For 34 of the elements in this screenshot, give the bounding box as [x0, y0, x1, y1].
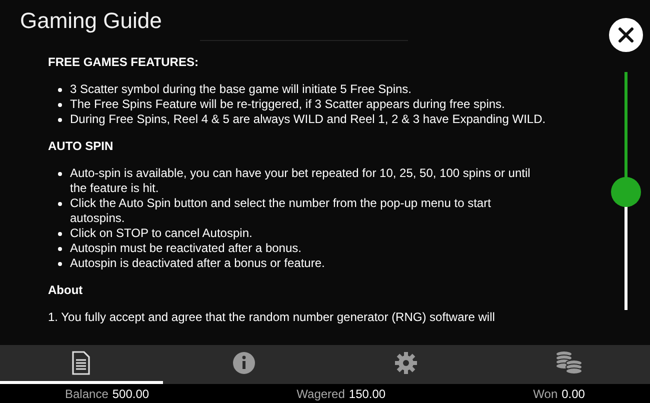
status-value: 0.00: [562, 386, 585, 402]
status-value: 150.00: [348, 386, 386, 402]
bullet-text: Autospin must be reactivated after a bonus.: [70, 241, 302, 256]
section-heading: FREE GAMES FEATURES:: [48, 55, 200, 70]
paragraph: 1. You fully accept and agree that the random number generator (RNG) software will: [48, 310, 496, 325]
close-button[interactable]: [609, 18, 643, 52]
section-heading: About: [48, 283, 84, 298]
info-icon: [232, 351, 256, 375]
bullet-text: 3 Scatter symbol during the base game will initiate 5 Free Spins.: [70, 82, 412, 97]
window-title: Gaming Guide: [20, 6, 162, 35]
status-label: Wagered: [296, 386, 345, 402]
bullet-text: Auto-spin is available, you can have your bet repeated for 10, 25, 50, 100 spins or until the feature is hit.: [70, 166, 532, 196]
coins-icon: [554, 351, 583, 375]
status-value: 500.00: [112, 386, 150, 402]
bullet-icon: [58, 247, 62, 251]
bullet-icon: [58, 118, 62, 122]
status-label: Balance: [65, 386, 108, 402]
bullet-icon: [58, 202, 62, 206]
bullet-icon: [58, 88, 62, 92]
bullet-text: Autospin is deactivated after a bonus or feature.: [70, 256, 325, 271]
bullet-text: Click on STOP to cancel Autospin.: [70, 226, 252, 241]
bullet-text: Click the Auto Spin button and select the number from the pop-up menu to start autospins.: [70, 196, 492, 226]
scrollbar[interactable]: [610, 72, 642, 312]
document-icon: [72, 351, 90, 375]
gear-icon: [394, 351, 418, 375]
bullet-icon: [58, 232, 62, 236]
section-heading: AUTO SPIN: [48, 139, 114, 154]
close-icon: [618, 27, 634, 43]
bullet-text: The Free Spins Feature will be re-triggered, if 3 Scatter appears during free spins.: [70, 97, 505, 112]
status-label: Won: [533, 386, 558, 402]
bullet-icon: [58, 172, 62, 176]
bullet-text: During Free Spins, Reel 4 & 5 are always WILD and Reel 1, 2 & 3 have Expanding WILD.: [70, 112, 546, 127]
bullet-icon: [58, 103, 62, 107]
bullet-icon: [58, 262, 62, 266]
